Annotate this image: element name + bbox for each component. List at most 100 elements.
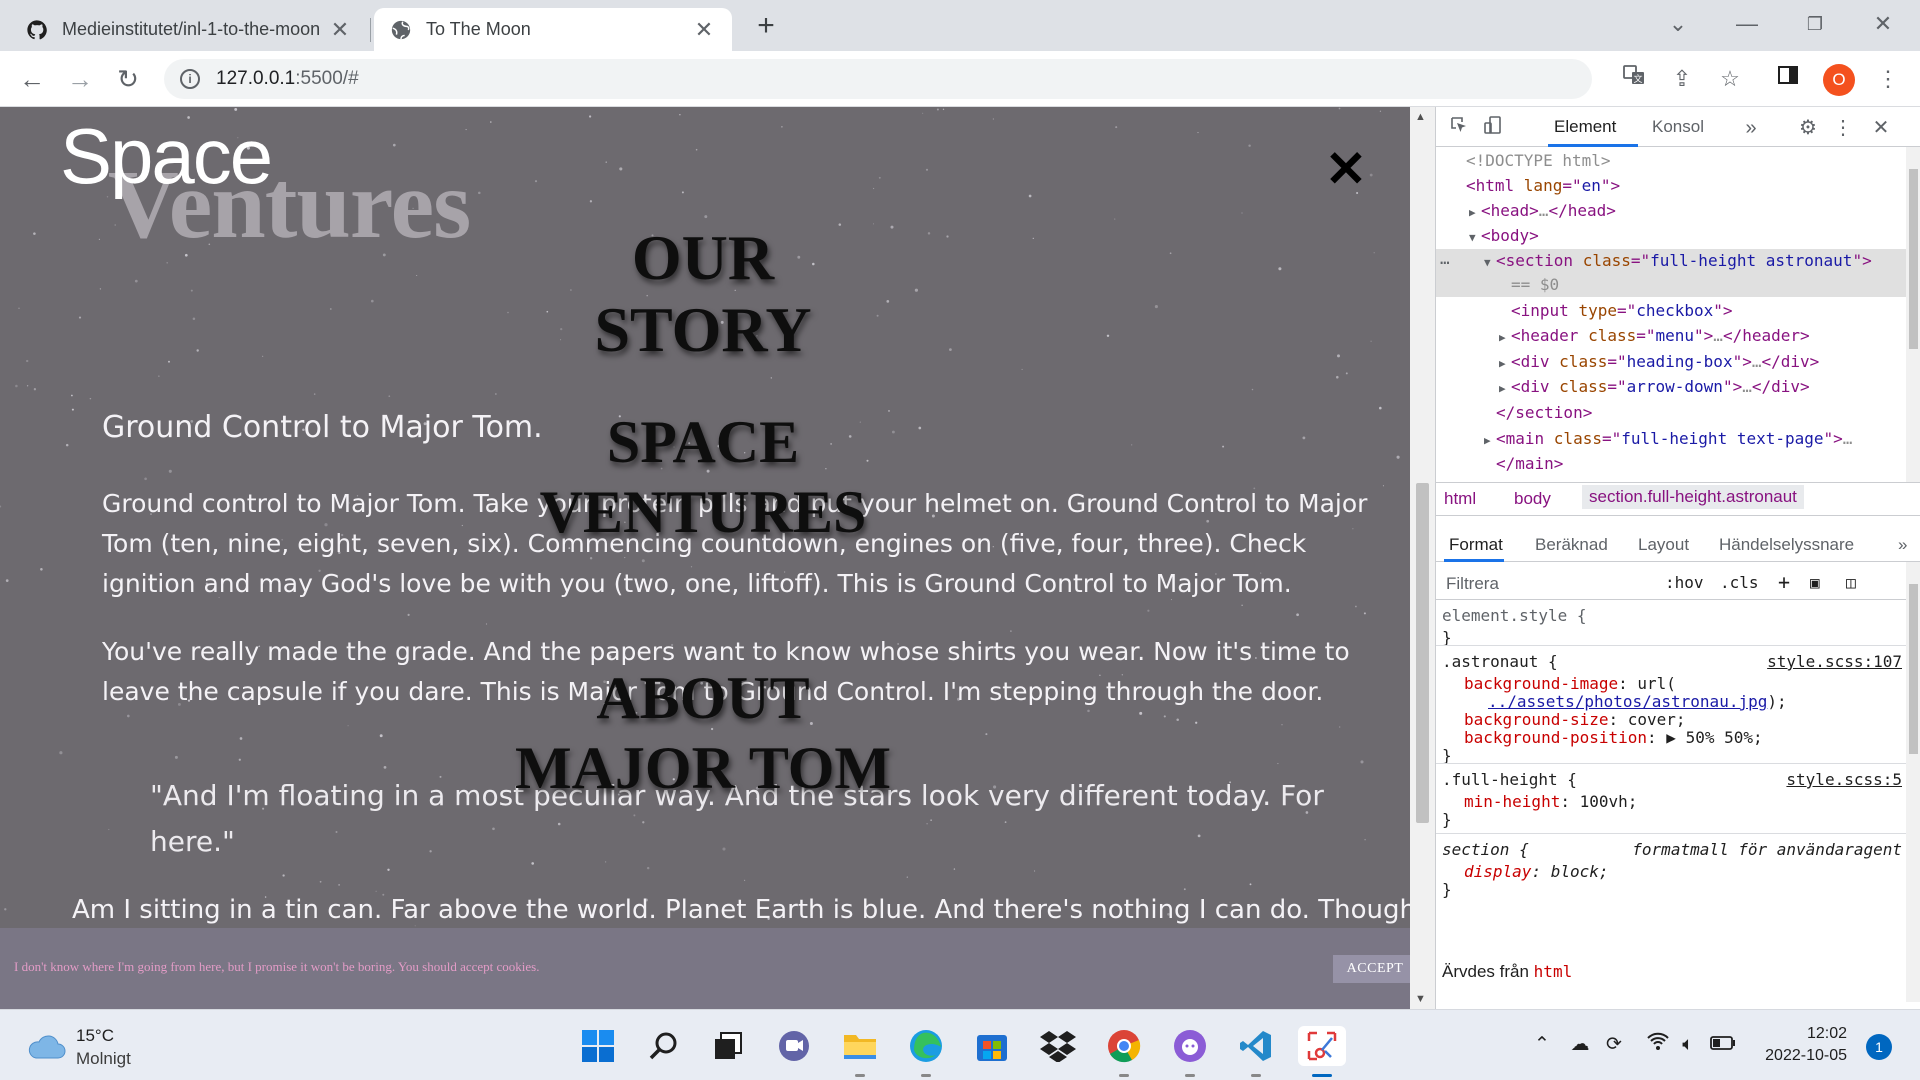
dom-tree[interactable]: <!DOCTYPE html> <html lang="en"> ▶ <head>…	[1436, 147, 1906, 527]
css-declaration[interactable]: display: block;	[1464, 861, 1609, 883]
share-icon[interactable]: ⇪	[1666, 63, 1698, 95]
scroll-down-arrow-icon[interactable]: ▼	[1415, 993, 1426, 1005]
css-source-link[interactable]: style.scss:107	[1767, 651, 1902, 673]
scroll-up-arrow-icon[interactable]: ▲	[1415, 111, 1426, 123]
breadcrumb-html[interactable]: html	[1444, 489, 1476, 509]
task-view-button[interactable]	[708, 1026, 748, 1066]
page-scrollbar[interactable]: ▲ ▼	[1410, 107, 1435, 1009]
file-explorer-button[interactable]	[840, 1026, 880, 1077]
chevron-up-icon[interactable]: ⌃	[1530, 1030, 1554, 1060]
dom-line[interactable]: <!DOCTYPE html>	[1436, 149, 1906, 173]
vscode-button[interactable]	[1236, 1026, 1276, 1077]
onedrive-cloud-icon[interactable]: ☁	[1568, 1030, 1592, 1060]
side-panel-icon[interactable]	[1772, 63, 1804, 95]
toggle-sidebar-icon[interactable]: ◫	[1846, 573, 1856, 592]
minimize-button[interactable]: —	[1727, 6, 1767, 42]
site-info-icon[interactable]: i	[180, 69, 200, 89]
chrome-button[interactable]	[1104, 1026, 1144, 1077]
css-selector[interactable]: element.style {	[1442, 605, 1587, 627]
new-rule-icon[interactable]: +	[1778, 570, 1790, 594]
expand-triangle-icon[interactable]: ▼	[1469, 226, 1481, 250]
css-selector[interactable]: .astronaut {	[1442, 651, 1558, 673]
dom-scrollbar-thumb[interactable]	[1909, 169, 1918, 349]
filter-input[interactable]: Filtrera	[1446, 574, 1499, 594]
start-button[interactable]	[578, 1026, 618, 1066]
dom-line[interactable]: ▶ <head>…</head>	[1436, 199, 1906, 223]
dom-line[interactable]: <html lang="en">	[1436, 174, 1906, 198]
menu-link-about-major-tom[interactable]: ABOUT MAJOR TOM	[500, 663, 906, 803]
more-tabs-chevron-icon[interactable]: »	[1738, 115, 1764, 141]
scrollbar-thumb[interactable]	[1416, 483, 1429, 823]
close-tab-icon[interactable]: ✕	[692, 17, 716, 43]
hover-state-toggle[interactable]: :hov	[1665, 573, 1704, 592]
address-bar[interactable]: i 127.0.0.1:5500/#	[164, 59, 1592, 99]
tab-styles[interactable]: Format	[1449, 535, 1503, 555]
close-tab-icon[interactable]: ✕	[328, 17, 352, 43]
inherited-from-element[interactable]: html	[1534, 962, 1573, 981]
class-toggle[interactable]: .cls	[1720, 573, 1759, 592]
breadcrumb-body[interactable]: body	[1514, 489, 1551, 509]
tab-computed[interactable]: Beräknad	[1535, 535, 1608, 555]
dom-line[interactable]: ▶ <main class="full-height text-page">…	[1436, 427, 1906, 451]
collapse-triangle-icon[interactable]: ▶	[1499, 326, 1511, 350]
wifi-icon[interactable]	[1646, 1030, 1670, 1060]
accept-cookies-button[interactable]: ACCEPT	[1333, 955, 1410, 983]
tab-search-chevron-icon[interactable]: ⌄	[1658, 6, 1698, 42]
teams-chat-button[interactable]	[774, 1026, 814, 1066]
new-tab-button[interactable]: +	[748, 8, 784, 44]
css-declaration[interactable]: background-position: ▶ 50% 50%;	[1464, 727, 1763, 749]
devtools-menu-icon[interactable]: ⋮	[1830, 115, 1856, 141]
restore-button[interactable]: ❐	[1795, 6, 1835, 42]
more-tabs-chevron-icon[interactable]: »	[1898, 535, 1907, 555]
css-source-link[interactable]: style.scss:5	[1786, 769, 1902, 791]
profile-avatar[interactable]: O	[1823, 64, 1855, 96]
devtools-tab-console[interactable]: Konsol	[1652, 117, 1704, 137]
dom-line[interactable]: ▶ <div class="arrow-down">…</div>	[1436, 375, 1906, 399]
dom-line[interactable]: ▶ <header class="menu">…</header>	[1436, 324, 1906, 348]
tab-github[interactable]: Medieinstitutet/inl-1-to-the-moon ✕	[10, 8, 368, 51]
device-toolbar-icon[interactable]	[1480, 115, 1506, 141]
settings-gear-icon[interactable]: ⚙	[1795, 115, 1821, 141]
dom-line[interactable]: ▼ <body>	[1436, 224, 1906, 248]
weather-widget[interactable]: 15°C Molnigt	[26, 1024, 206, 1070]
search-button[interactable]	[644, 1026, 684, 1066]
reload-button[interactable]: ↻	[110, 61, 146, 97]
battery-icon[interactable]	[1710, 1030, 1735, 1060]
menu-link-our-story[interactable]: OUR STORY	[520, 222, 886, 366]
dom-scrollbar[interactable]	[1906, 147, 1920, 482]
back-button[interactable]: ←	[14, 61, 50, 97]
inspect-element-icon[interactable]	[1446, 115, 1472, 141]
collapse-triangle-icon[interactable]: ▶	[1499, 352, 1511, 376]
github-desktop-button[interactable]	[1170, 1026, 1210, 1077]
collapse-triangle-icon[interactable]: ▶	[1484, 429, 1496, 453]
dom-line[interactable]: ▶ <div class="heading-box">…</div>	[1436, 350, 1906, 374]
close-devtools-icon[interactable]: ✕	[1868, 115, 1894, 141]
rendering-emulation-icon[interactable]: ▣	[1810, 573, 1820, 592]
snipping-tool-button[interactable]	[1298, 1026, 1346, 1077]
collapse-triangle-icon[interactable]: ▶	[1499, 377, 1511, 401]
store-button[interactable]	[972, 1026, 1012, 1066]
styles-scrollbar[interactable]	[1906, 562, 1920, 1002]
breadcrumb-section[interactable]: section.full-height.astronaut	[1582, 485, 1804, 509]
css-declaration[interactable]: min-height: 100vh;	[1464, 791, 1637, 813]
tab-event-listeners[interactable]: Händelselyssnare	[1719, 535, 1854, 555]
sync-icon[interactable]: ⟳	[1602, 1030, 1626, 1060]
menu-link-space-ventures[interactable]: SPACE VENTURES	[520, 407, 886, 547]
css-selector[interactable]: section {	[1442, 839, 1529, 861]
bookmark-star-icon[interactable]: ☆	[1714, 63, 1746, 95]
collapse-triangle-icon[interactable]: ▶	[1469, 201, 1481, 225]
speaker-icon[interactable]: 🔈︎	[1676, 1030, 1700, 1060]
notification-badge[interactable]: 1	[1866, 1034, 1892, 1060]
tab-to-the-moon[interactable]: To The Moon ✕	[374, 8, 732, 51]
clock[interactable]: 12:02 2022-10-05	[1763, 1023, 1847, 1067]
dom-line[interactable]: </section>	[1436, 401, 1906, 425]
edge-button[interactable]	[906, 1026, 946, 1077]
devtools-tab-elements[interactable]: Element	[1554, 117, 1616, 137]
translate-icon[interactable]: 文	[1618, 63, 1650, 95]
window-close-button[interactable]: ✕	[1863, 6, 1903, 42]
expand-triangle-icon[interactable]: ▼	[1484, 251, 1496, 275]
forward-button[interactable]: →	[62, 61, 98, 97]
css-selector[interactable]: .full-height {	[1442, 769, 1577, 791]
close-menu-icon[interactable]: ✕	[1325, 144, 1367, 194]
tab-layout[interactable]: Layout	[1638, 535, 1689, 555]
